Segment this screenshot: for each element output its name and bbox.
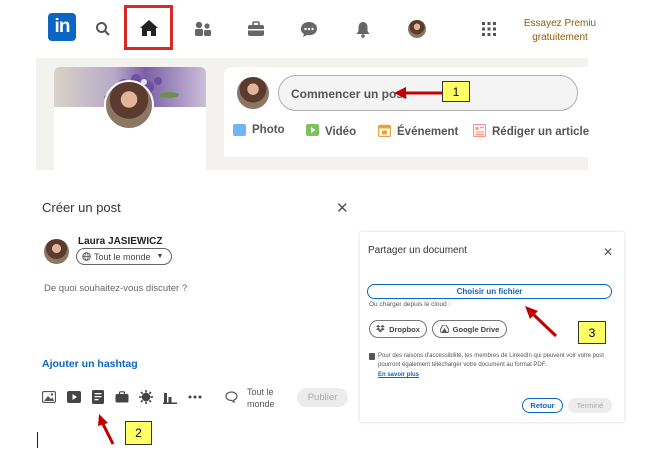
accessibility-note: Pour des raisons d'accessibilité, les me… bbox=[378, 353, 604, 368]
event-icon bbox=[377, 124, 392, 140]
google-drive-button[interactable]: Google Drive bbox=[432, 320, 507, 338]
post-text-input[interactable]: De quoi souhaitez-vous discuter ? bbox=[44, 283, 187, 294]
share-document-close-icon[interactable]: ✕ bbox=[603, 245, 613, 259]
audience-selector[interactable]: Tout le monde bbox=[247, 386, 287, 410]
dropbox-icon bbox=[376, 325, 385, 333]
photo-action[interactable]: Photo bbox=[233, 124, 285, 136]
author-name: Laura JASIEWICZ bbox=[78, 236, 163, 247]
google-drive-icon bbox=[439, 325, 449, 333]
premium-line-1: Essayez Premiu bbox=[523, 18, 597, 29]
home-icon[interactable] bbox=[134, 13, 164, 43]
messaging-icon[interactable] bbox=[294, 14, 324, 44]
premium-link[interactable]: Essayez Premiu gratuitement bbox=[520, 17, 600, 45]
article-icon bbox=[472, 123, 487, 140]
premium-line-2: gratuitement bbox=[532, 32, 588, 43]
video-action[interactable]: Vidéo bbox=[306, 124, 356, 139]
search-icon[interactable] bbox=[88, 14, 118, 44]
job-tool-icon[interactable] bbox=[115, 390, 129, 404]
audience-line-1: Tout le bbox=[247, 387, 274, 397]
more-tool-icon[interactable] bbox=[188, 390, 202, 404]
back-button[interactable]: Retour bbox=[522, 398, 563, 413]
audience-line-2: monde bbox=[247, 399, 275, 409]
comment-audience-icon[interactable] bbox=[224, 390, 238, 404]
event-label: Événement bbox=[397, 126, 459, 138]
network-icon[interactable] bbox=[188, 14, 218, 44]
grid-icon[interactable] bbox=[474, 14, 504, 44]
cloud-upload-label: Ou charger depuis le cloud : bbox=[369, 301, 451, 308]
visibility-dropdown[interactable]: Tout le monde ▼ bbox=[76, 248, 172, 265]
done-button[interactable]: Terminé bbox=[568, 398, 612, 413]
publish-button[interactable]: Publier bbox=[297, 388, 348, 407]
author-avatar bbox=[43, 238, 70, 265]
document-tool-icon[interactable] bbox=[91, 390, 105, 404]
globe-icon bbox=[82, 252, 91, 261]
article-label: Rédiger un article bbox=[492, 126, 590, 138]
dropbox-label: Dropbox bbox=[389, 324, 420, 334]
notifications-icon[interactable] bbox=[348, 14, 378, 44]
chevron-down-icon: ▼ bbox=[156, 253, 164, 260]
celebrate-tool-icon[interactable] bbox=[139, 390, 153, 404]
callout-1: 1 bbox=[442, 81, 470, 102]
google-drive-label: Google Drive bbox=[452, 324, 500, 334]
arrow-2-icon bbox=[98, 414, 115, 445]
photo-icon bbox=[233, 124, 246, 136]
event-action[interactable]: Événement bbox=[377, 124, 459, 140]
video-tool-icon[interactable] bbox=[67, 390, 81, 404]
create-post-title: Créer un post bbox=[42, 200, 121, 215]
photo-tool-icon[interactable] bbox=[42, 390, 56, 404]
profile-avatar[interactable] bbox=[402, 14, 432, 44]
profile-photo[interactable] bbox=[104, 80, 154, 130]
text-cursor bbox=[37, 432, 38, 448]
choose-file-button[interactable]: Choisir un fichier bbox=[367, 284, 612, 299]
callout-3: 3 bbox=[578, 321, 606, 344]
linkedin-logo[interactable]: in bbox=[48, 13, 76, 41]
create-post-close-icon[interactable]: ✕ bbox=[336, 199, 349, 217]
arrow-3-icon bbox=[525, 306, 558, 338]
visibility-label: Tout le monde bbox=[94, 251, 151, 262]
add-hashtag-link[interactable]: Ajouter un hashtag bbox=[42, 358, 138, 370]
article-action[interactable]: Rédiger un article bbox=[472, 123, 590, 140]
video-label: Vidéo bbox=[325, 125, 357, 138]
poll-tool-icon[interactable] bbox=[163, 390, 177, 404]
share-document-title: Partager un document bbox=[368, 245, 467, 256]
dropbox-button[interactable]: Dropbox bbox=[369, 320, 427, 338]
jobs-icon[interactable] bbox=[241, 14, 271, 44]
share-avatar[interactable] bbox=[235, 75, 271, 111]
learn-more-link[interactable]: En savoir plus bbox=[378, 372, 419, 378]
callout-2: 2 bbox=[125, 421, 152, 445]
video-icon bbox=[306, 124, 319, 139]
photo-label: Photo bbox=[252, 124, 285, 136]
info-icon bbox=[369, 353, 375, 360]
